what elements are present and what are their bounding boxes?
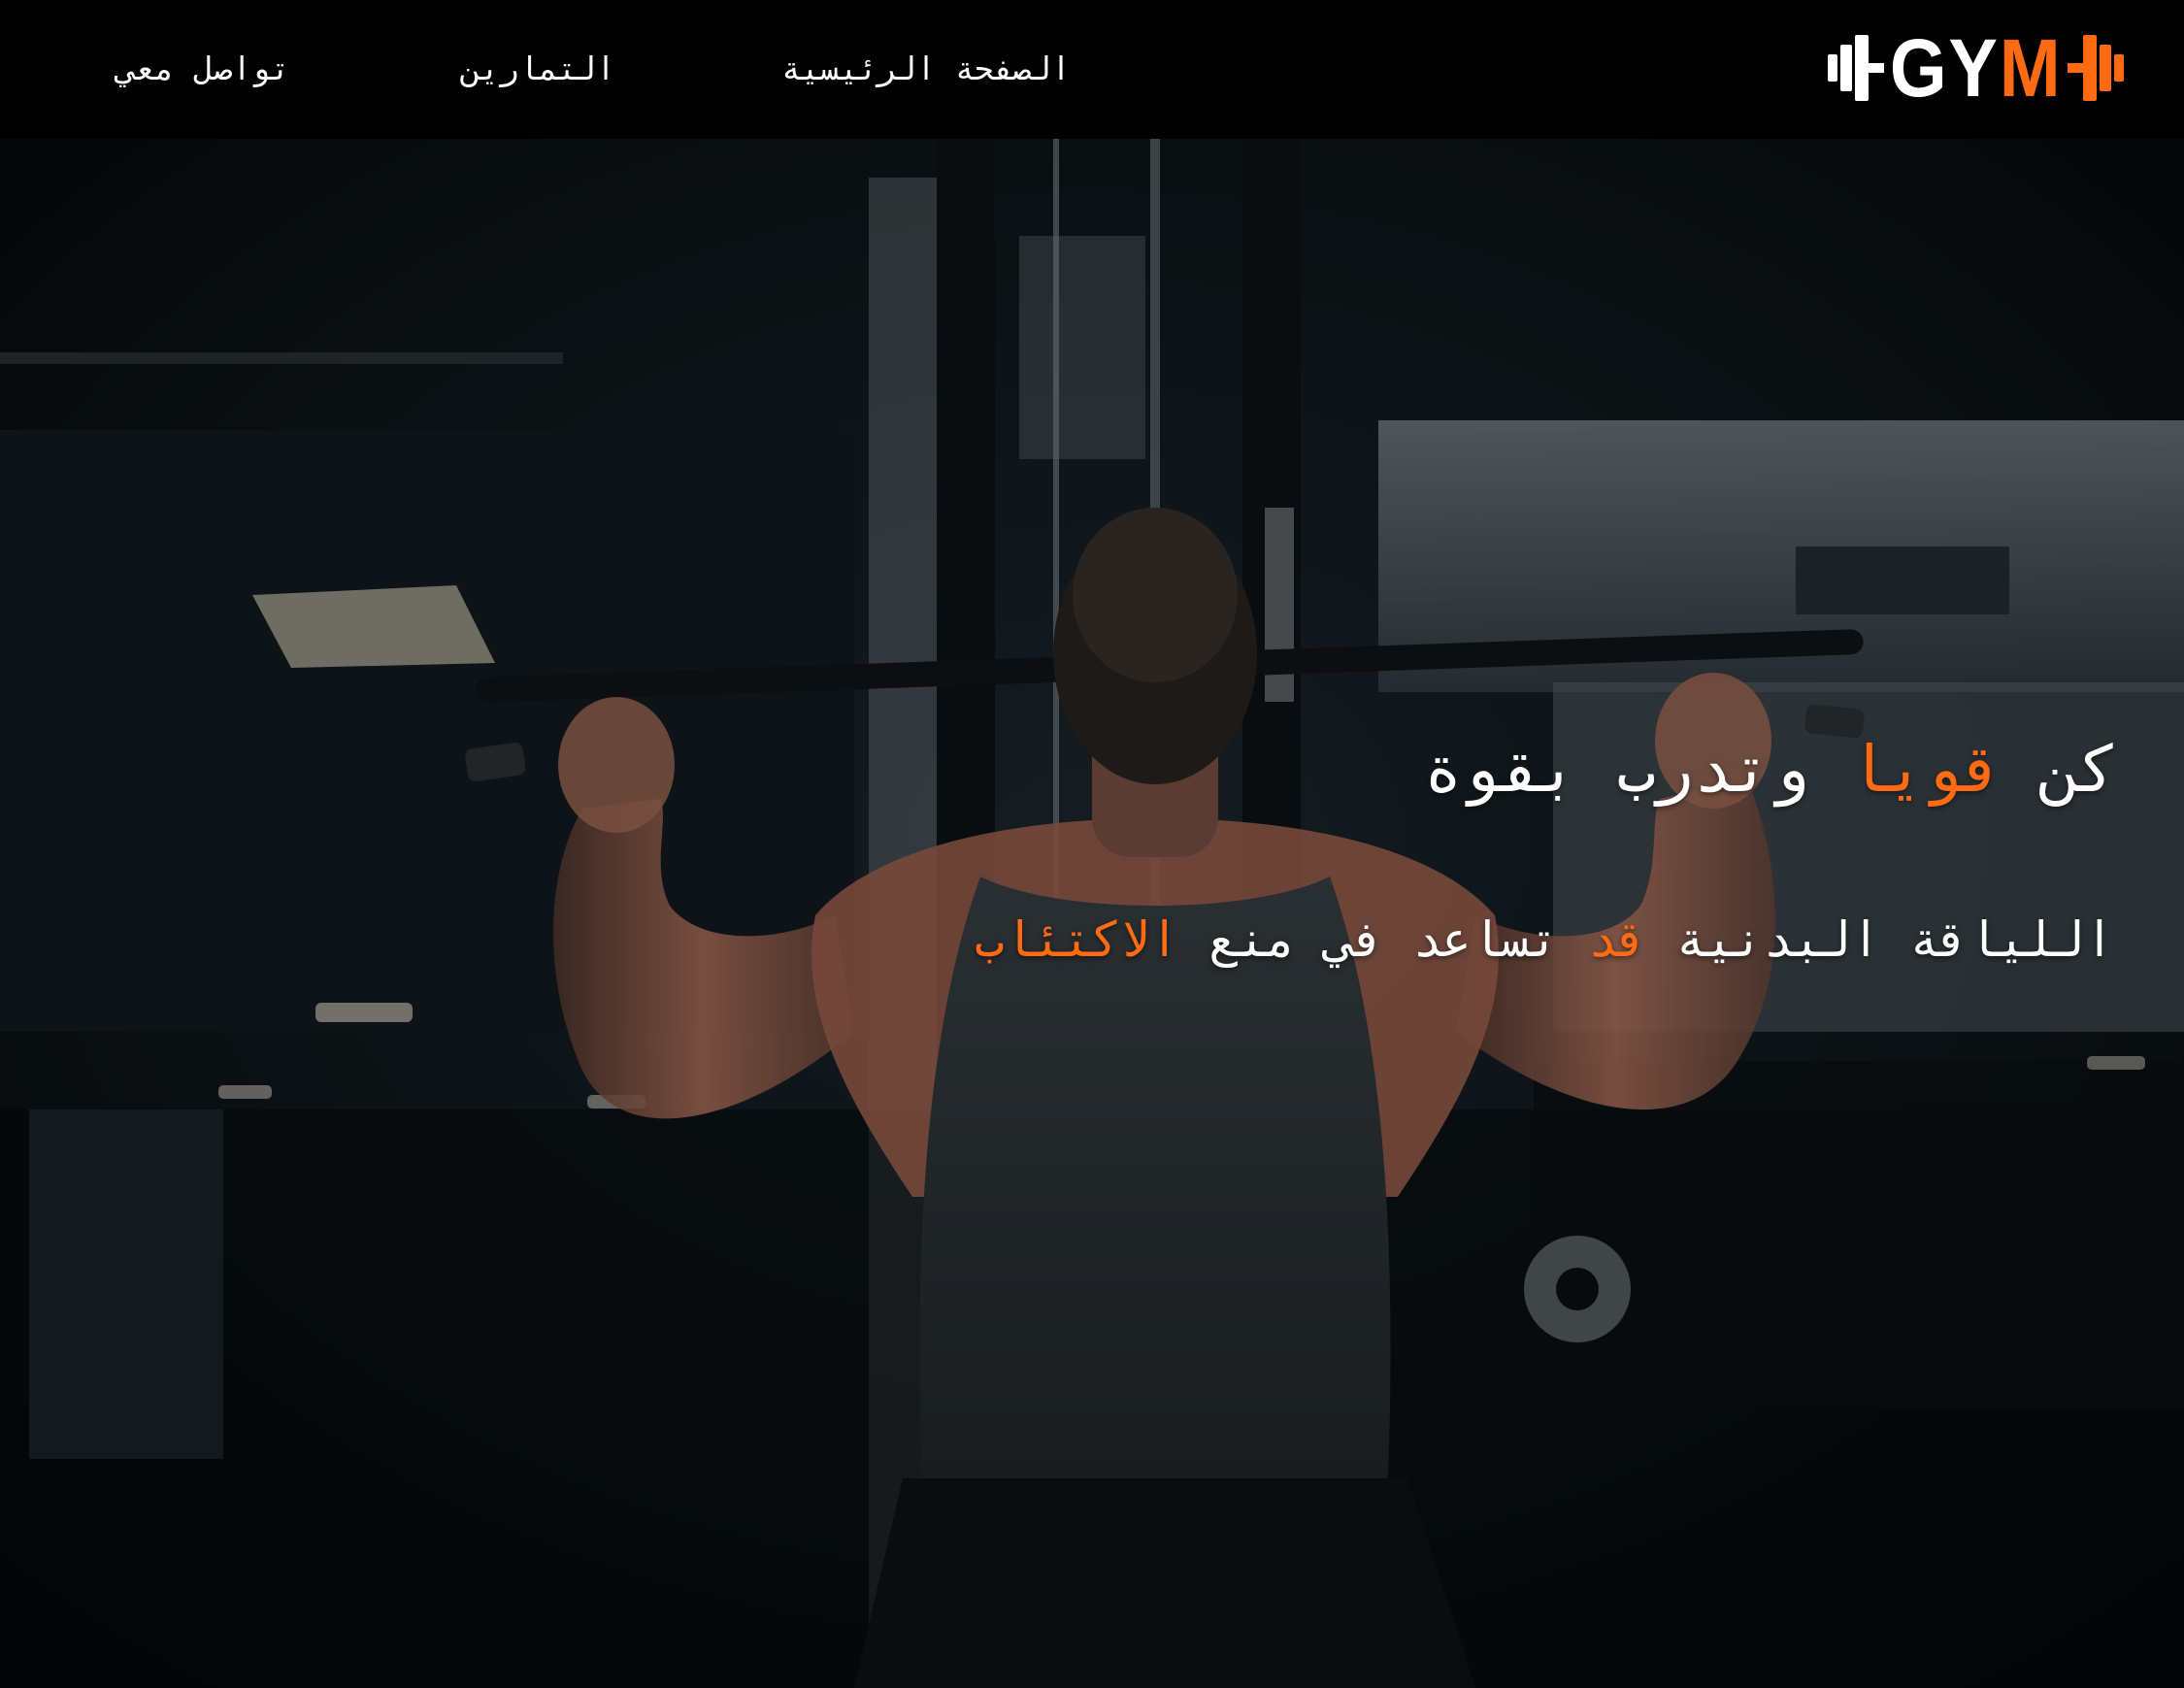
- top-navbar: تواصل معي التمارين الصفحة الرئيسية GY M: [0, 0, 2184, 139]
- gym-logo[interactable]: GY M: [1827, 22, 2124, 114]
- hero-subline-accent1: قد: [1588, 911, 1647, 968]
- logo-text: GY M: [1889, 22, 2063, 114]
- logo-text-white: GY: [1889, 22, 2000, 114]
- nav-link-home[interactable]: الصفحة الرئيسية: [781, 41, 1071, 97]
- landing-page: تواصل معي التمارين الصفحة الرئيسية GYM: [0, 0, 2184, 1688]
- hero-section: كن قويا وتدرب بقوة اللياقة البدنية قد تس…: [0, 139, 2184, 1688]
- logo-text-accent: M: [1999, 22, 2063, 114]
- hero-subline: اللياقة البدنية قد تساعد في منع الاكتئاب: [975, 896, 2114, 983]
- dumbbell-plate-icon: [2068, 35, 2124, 101]
- hero-headline-accent: قويا: [1847, 732, 2002, 807]
- hero-headline-part2: وتدرب بقوة: [1423, 732, 1848, 807]
- nav-link-contact[interactable]: تواصل معي: [116, 41, 290, 97]
- hero-subline-accent2: الاكتئاب: [974, 911, 1179, 968]
- hero-subline-part1: اللياقة البدنية: [1646, 911, 2114, 968]
- hero-subline-part2: تساعد في منع: [1178, 911, 1589, 968]
- dumbbell-plate-icon: [1827, 35, 1884, 101]
- hero-headline: كن قويا وتدرب بقوة: [1424, 721, 2118, 818]
- hero-headline-part1: كن: [2002, 732, 2118, 807]
- nav-link-exercises[interactable]: التمارين: [461, 41, 615, 97]
